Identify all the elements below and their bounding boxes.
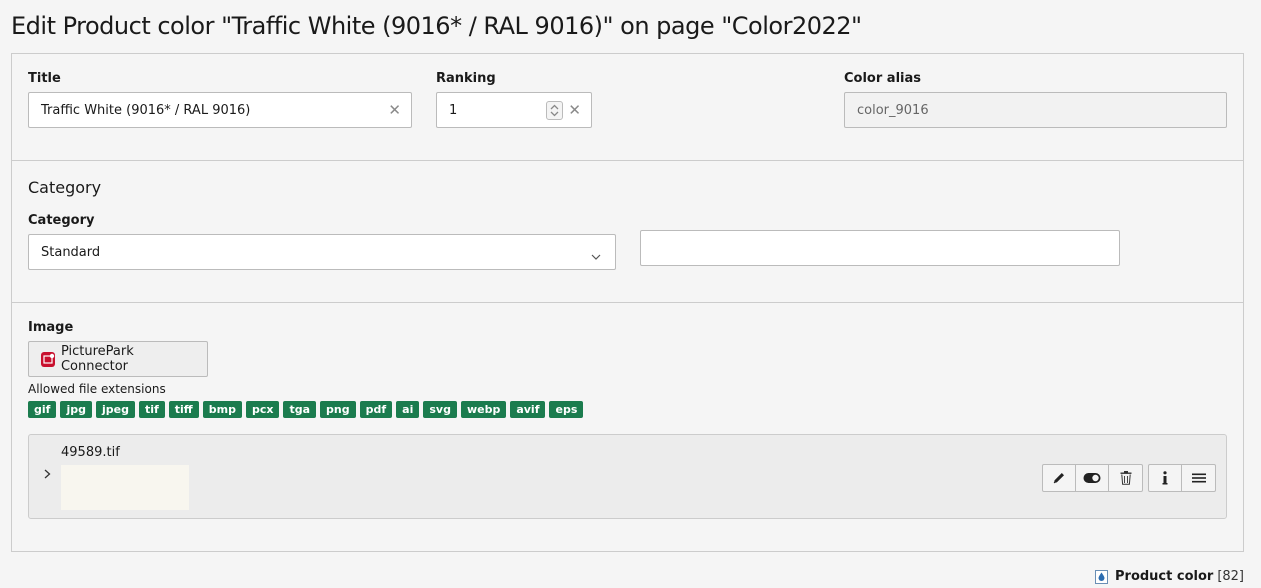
- file-reference-card: 49589.tif: [28, 434, 1227, 519]
- extension-badge: png: [320, 401, 356, 418]
- extension-badge: avif: [510, 401, 546, 418]
- title-input[interactable]: Traffic White (9016* / RAL 9016) ✕: [28, 92, 412, 128]
- ranking-spinner-icon[interactable]: [546, 101, 563, 120]
- chevron-right-icon[interactable]: [44, 468, 51, 483]
- info-icon[interactable]: [1149, 465, 1182, 491]
- file-edit-actions: [1042, 464, 1143, 492]
- color-alias-label: Color alias: [844, 71, 921, 86]
- record-type-label: Product color: [1115, 569, 1214, 584]
- extension-badge: webp: [460, 401, 507, 418]
- section-divider: [12, 160, 1243, 161]
- extension-badge: ai: [396, 401, 420, 418]
- category-select[interactable]: Standard: [28, 234, 616, 270]
- record-id: [82]: [1217, 569, 1244, 584]
- extension-badge: jpeg: [95, 401, 135, 418]
- trash-icon[interactable]: [1109, 465, 1142, 491]
- ranking-input[interactable]: 1 ✕: [436, 92, 592, 128]
- image-label: Image: [28, 320, 74, 335]
- extension-badge: jpg: [60, 401, 92, 418]
- edit-form-panel: Title Traffic White (9016* / RAL 9016) ✕…: [11, 53, 1244, 552]
- file-name: 49589.tif: [61, 445, 120, 460]
- title-input-value: Traffic White (9016* / RAL 9016): [41, 102, 251, 118]
- extension-badge: tiff: [168, 401, 199, 418]
- extension-badge: tif: [138, 401, 165, 418]
- extension-badge-list: gif jpg jpeg tif tiff bmp pcx tga png pd…: [28, 401, 584, 418]
- ranking-label: Ranking: [436, 71, 496, 86]
- file-thumbnail[interactable]: [61, 465, 189, 510]
- color-alias-value: color_9016: [857, 102, 929, 118]
- ranking-input-value: 1: [449, 102, 458, 118]
- menu-icon[interactable]: [1182, 465, 1215, 491]
- category-extra-input[interactable]: [640, 230, 1120, 266]
- picturepark-connector-button[interactable]: PicturePark Connector: [28, 341, 208, 377]
- title-label: Title: [28, 71, 61, 86]
- product-color-record-icon: [1095, 569, 1108, 584]
- clear-ranking-icon[interactable]: ✕: [568, 102, 581, 118]
- clear-title-icon[interactable]: ✕: [388, 102, 401, 118]
- pencil-icon[interactable]: [1043, 465, 1076, 491]
- category-section-heading: Category: [28, 178, 102, 197]
- section-divider: [12, 302, 1243, 303]
- picturepark-connector-label: PicturePark Connector: [60, 344, 134, 374]
- record-info: Product color [82]: [1095, 569, 1244, 584]
- color-alias-field: color_9016: [844, 92, 1227, 128]
- extension-badge: bmp: [202, 401, 242, 418]
- chevron-down-icon: [591, 249, 601, 264]
- extension-badge: pdf: [359, 401, 393, 418]
- extension-badge: svg: [423, 401, 457, 418]
- extension-badge: eps: [549, 401, 584, 418]
- page-title: Edit Product color "Traffic White (9016*…: [11, 12, 862, 40]
- toggle-icon[interactable]: [1076, 465, 1109, 491]
- category-label: Category: [28, 213, 95, 228]
- picturepark-icon: [41, 351, 55, 367]
- extension-badge: tga: [283, 401, 317, 418]
- allowed-extensions-label: Allowed file extensions: [28, 382, 166, 396]
- file-info-actions: [1148, 464, 1216, 492]
- extension-badge: pcx: [245, 401, 280, 418]
- category-select-value: Standard: [41, 244, 101, 260]
- extension-badge: gif: [28, 401, 57, 418]
